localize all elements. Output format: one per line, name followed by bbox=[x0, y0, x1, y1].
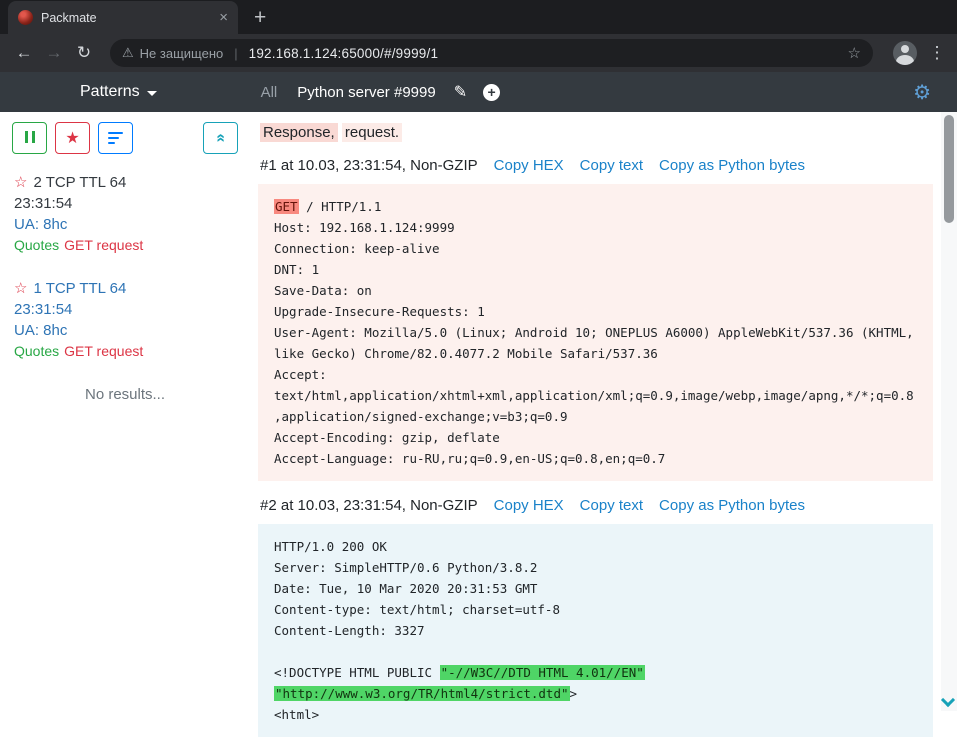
stream-user-agent-link[interactable]: UA: 8hc bbox=[14, 214, 250, 235]
request-packet-body: GET / HTTP/1.1Host: 192.168.1.124:9999Co… bbox=[258, 184, 933, 481]
stream-item[interactable]: ☆ 2 TCP TTL 64 23:31:54 UA: 8hc Quotes GET… bbox=[0, 172, 250, 256]
tag-quotes: Quotes bbox=[14, 343, 59, 359]
filter-list-button[interactable] bbox=[98, 122, 133, 154]
new-tab-button[interactable]: + bbox=[254, 7, 266, 28]
app-header: Patterns All Python server #9999 ✎ + ⚙ bbox=[0, 72, 957, 112]
stream-title: 2 TCP TTL 64 bbox=[33, 174, 126, 191]
patterns-label: Patterns bbox=[80, 83, 140, 101]
streams-sidebar: ★ « ☆ 2 TCP TTL 64 23:31:54 UA: 8hc Quote… bbox=[0, 112, 250, 711]
main-layout: ★ « ☆ 2 TCP TTL 64 23:31:54 UA: 8hc Quote… bbox=[0, 112, 957, 711]
packets-panel: Response, request. #1 at 10.03, 23:31:54… bbox=[250, 112, 941, 711]
scrollbar[interactable] bbox=[941, 112, 957, 711]
browser-chrome: Packmate × + ← → ↻ ⚠ Не защищено | 192.1… bbox=[0, 0, 957, 72]
packmate-favicon-icon bbox=[18, 10, 33, 25]
pause-capture-button[interactable] bbox=[12, 122, 47, 154]
add-pattern-icon[interactable]: + bbox=[483, 84, 500, 101]
stream-time: 23:31:54 bbox=[14, 193, 250, 214]
tag-quotes: Quotes bbox=[14, 237, 59, 253]
copy-hex-link[interactable]: Copy HEX bbox=[494, 497, 564, 514]
stream-tags: Quotes GET request bbox=[14, 341, 250, 362]
copy-python-bytes-link[interactable]: Copy as Python bytes bbox=[659, 157, 805, 174]
browser-menu-icon[interactable]: ⋮ bbox=[927, 43, 947, 63]
stream-user-agent-link[interactable]: UA: 8hc bbox=[14, 320, 250, 341]
settings-icon[interactable]: ⚙ bbox=[913, 80, 931, 105]
tag-get-request: GET request bbox=[64, 237, 143, 253]
copy-text-link[interactable]: Copy text bbox=[580, 497, 643, 514]
stream-star-icon[interactable]: ☆ bbox=[14, 280, 27, 297]
stream-tags: Quotes GET request bbox=[14, 235, 250, 256]
packet-header-row: #1 at 10.03, 23:31:54, Non-GZIP Copy HEX… bbox=[260, 157, 933, 174]
tab-python-server[interactable]: Python server #9999 bbox=[297, 84, 435, 101]
tab-close-icon[interactable]: × bbox=[219, 9, 228, 26]
pause-icon bbox=[23, 131, 37, 146]
stream-star-icon[interactable]: ☆ bbox=[14, 174, 27, 191]
back-button[interactable]: ← bbox=[10, 43, 38, 63]
tag-get-request: GET request bbox=[64, 343, 143, 359]
filter-lines-icon bbox=[108, 129, 123, 147]
legend: Response, request. bbox=[260, 124, 933, 141]
packet-header-row: #2 at 10.03, 23:31:54, Non-GZIP Copy HEX… bbox=[260, 497, 933, 514]
bookmark-star-icon[interactable]: ☆ bbox=[848, 44, 861, 62]
browser-toolbar: ← → ↻ ⚠ Не защищено | 192.168.1.124:6500… bbox=[0, 34, 957, 72]
security-label[interactable]: Не защищено bbox=[140, 46, 224, 61]
copy-hex-link[interactable]: Copy HEX bbox=[494, 157, 564, 174]
reload-button[interactable]: ↻ bbox=[70, 43, 98, 63]
forward-button[interactable]: → bbox=[40, 43, 68, 63]
address-bar[interactable]: ⚠ Не защищено | 192.168.1.124:65000/#/99… bbox=[110, 39, 873, 67]
double-chevron-up-icon: « bbox=[212, 134, 230, 143]
chevron-down-icon bbox=[147, 91, 157, 96]
browser-tab[interactable]: Packmate × bbox=[8, 1, 238, 34]
sidebar-toolbar: ★ « bbox=[0, 122, 250, 154]
star-icon: ★ bbox=[65, 128, 79, 148]
patterns-dropdown[interactable]: Patterns bbox=[80, 83, 157, 101]
not-secure-icon[interactable]: ⚠ bbox=[122, 45, 134, 61]
packet-id: #1 at 10.03, 23:31:54, Non-GZIP bbox=[260, 157, 478, 174]
profile-avatar[interactable] bbox=[893, 41, 917, 65]
edit-pattern-icon[interactable]: ✎ bbox=[454, 82, 467, 102]
stream-title: 1 TCP TTL 64 bbox=[33, 280, 126, 297]
url-text[interactable]: 192.168.1.124:65000/#/9999/1 bbox=[249, 46, 439, 61]
legend-response: Response, bbox=[260, 123, 338, 142]
scrollbar-thumb[interactable] bbox=[944, 115, 954, 223]
omnibox-divider: | bbox=[234, 46, 237, 61]
stream-item[interactable]: ☆ 1 TCP TTL 64 23:31:54 UA: 8hc Quotes GET… bbox=[0, 278, 250, 362]
tab-strip: Packmate × + bbox=[0, 0, 957, 34]
tab-all[interactable]: All bbox=[261, 84, 278, 101]
copy-text-link[interactable]: Copy text bbox=[580, 157, 643, 174]
no-results-text: No results... bbox=[0, 386, 250, 403]
response-packet-body: HTTP/1.0 200 OKServer: SimpleHTTP/0.6 Py… bbox=[258, 524, 933, 737]
packet-id: #2 at 10.03, 23:31:54, Non-GZIP bbox=[260, 497, 478, 514]
collapse-sidebar-button[interactable]: « bbox=[203, 122, 238, 154]
stream-time: 23:31:54 bbox=[14, 299, 250, 320]
favorites-filter-button[interactable]: ★ bbox=[55, 122, 90, 154]
copy-python-bytes-link[interactable]: Copy as Python bytes bbox=[659, 497, 805, 514]
tab-title: Packmate bbox=[41, 11, 211, 25]
legend-request: request. bbox=[342, 123, 402, 142]
